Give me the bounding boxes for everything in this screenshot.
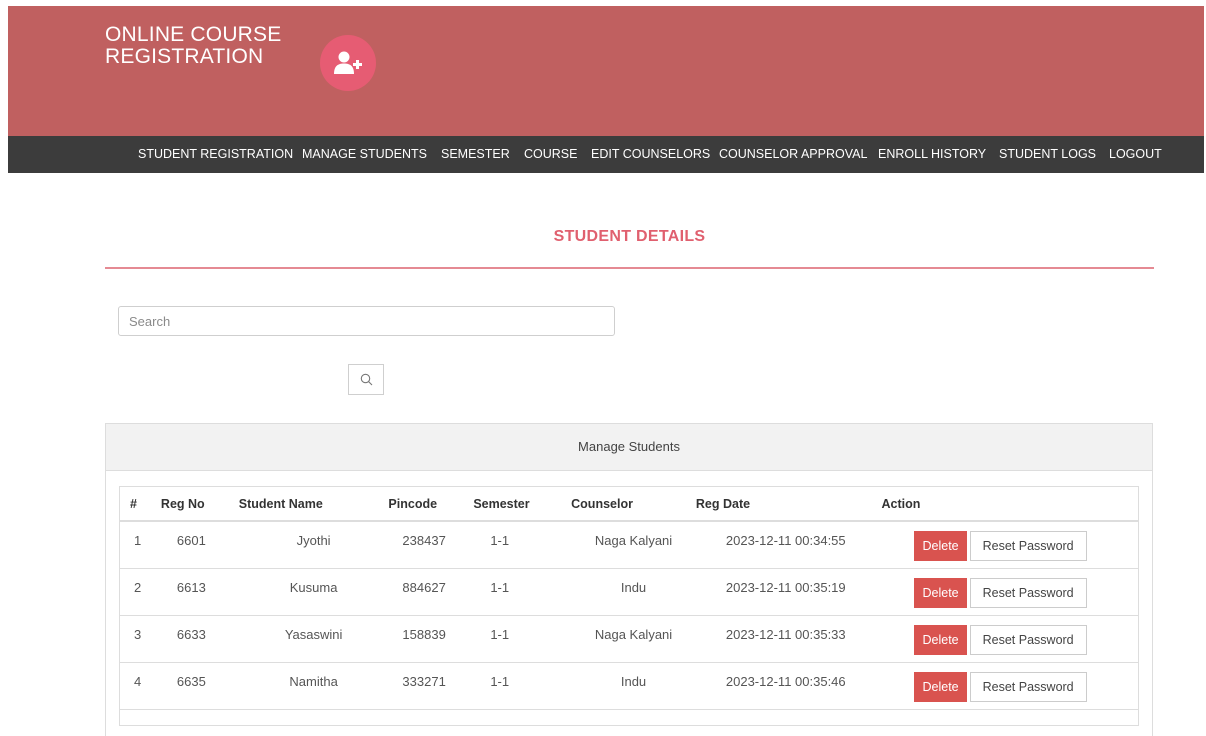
row-student-name: Namitha bbox=[289, 674, 338, 689]
nav-student-registration[interactable]: STUDENT REGISTRATION bbox=[138, 136, 293, 173]
delete-button[interactable]: Delete bbox=[914, 531, 967, 561]
col-reg-no: Reg No bbox=[160, 487, 239, 522]
col-pincode: Pincode bbox=[388, 487, 474, 522]
row-counselor: Naga Kalyani bbox=[594, 627, 673, 642]
site-title-line2: REGISTRATION bbox=[105, 45, 264, 68]
row-semester: 1-1 bbox=[490, 533, 510, 548]
row-student-name: Yasaswini bbox=[284, 627, 343, 642]
panel-heading: Manage Students bbox=[106, 424, 1152, 471]
col-counselor: Counselor bbox=[571, 487, 696, 522]
reset-password-button[interactable]: Reset Password bbox=[969, 672, 1087, 702]
students-table: # Reg No Student Name Pincode Semester C… bbox=[120, 487, 1138, 710]
site-title-line1: ONLINE COURSE bbox=[105, 23, 282, 46]
row-num: 1 bbox=[134, 533, 142, 548]
row-pincode: 238437 bbox=[402, 533, 446, 548]
row-student-name: Kusuma bbox=[289, 580, 338, 595]
nav-student-logs[interactable]: STUDENT LOGS bbox=[999, 136, 1096, 173]
add-user-icon bbox=[320, 35, 376, 91]
students-table-wrap: # Reg No Student Name Pincode Semester C… bbox=[119, 486, 1139, 726]
site-header: ONLINE COURSE REGISTRATION bbox=[8, 6, 1204, 136]
row-semester: 1-1 bbox=[490, 580, 510, 595]
delete-button[interactable]: Delete bbox=[914, 672, 967, 702]
row-counselor: Indu bbox=[620, 674, 647, 689]
delete-button[interactable]: Delete bbox=[914, 578, 967, 608]
reset-password-button[interactable]: Reset Password bbox=[969, 625, 1087, 655]
row-reg-no: 6633 bbox=[176, 627, 206, 642]
table-row: 1 6601 Jyothi 238437 1-1 Naga Kalyani 20… bbox=[120, 521, 1138, 569]
nav-logout[interactable]: LOGOUT bbox=[1109, 136, 1162, 173]
search-icon bbox=[360, 373, 372, 386]
nav-manage-students[interactable]: MANAGE STUDENTS bbox=[302, 136, 427, 173]
row-reg-date: 2023-12-11 00:35:46 bbox=[725, 674, 846, 689]
row-counselor: Naga Kalyani bbox=[594, 533, 673, 548]
main-nav: STUDENT REGISTRATION MANAGE STUDENTS SEM… bbox=[8, 136, 1204, 173]
search-button[interactable] bbox=[348, 364, 384, 395]
reset-password-button[interactable]: Reset Password bbox=[969, 531, 1087, 561]
col-action: Action bbox=[881, 487, 1138, 522]
col-reg-date: Reg Date bbox=[695, 487, 882, 522]
col-semester: Semester bbox=[473, 487, 572, 522]
manage-students-panel: Manage Students # Reg No Student Name Pi… bbox=[105, 423, 1153, 736]
row-reg-date: 2023-12-11 00:35:33 bbox=[725, 627, 846, 642]
table-row: 4 6635 Namitha 333271 1-1 Indu 2023-12-1… bbox=[120, 662, 1138, 710]
nav-course[interactable]: COURSE bbox=[524, 136, 577, 173]
page-title: STUDENT DETAILS bbox=[553, 228, 706, 245]
row-reg-date: 2023-12-11 00:34:55 bbox=[725, 533, 846, 548]
reset-password-button[interactable]: Reset Password bbox=[969, 578, 1087, 608]
table-row: 2 6613 Kusuma 884627 1-1 Indu 2023-12-11… bbox=[120, 568, 1138, 616]
row-reg-no: 6613 bbox=[176, 580, 206, 595]
delete-button[interactable]: Delete bbox=[914, 625, 967, 655]
row-pincode: 158839 bbox=[402, 627, 446, 642]
nav-semester[interactable]: SEMESTER bbox=[441, 136, 510, 173]
col-student-name: Student Name bbox=[238, 487, 389, 522]
nav-edit-counselors[interactable]: EDIT COUNSELORS bbox=[591, 136, 710, 173]
title-divider bbox=[105, 267, 1154, 269]
row-student-name: Jyothi bbox=[296, 533, 331, 548]
row-num: 4 bbox=[134, 674, 142, 689]
table-row: 3 6633 Yasaswini 158839 1-1 Naga Kalyani… bbox=[120, 615, 1138, 663]
row-pincode: 884627 bbox=[402, 580, 446, 595]
row-reg-date: 2023-12-11 00:35:19 bbox=[725, 580, 846, 595]
row-reg-no: 6601 bbox=[176, 533, 206, 548]
table-header-row: # Reg No Student Name Pincode Semester C… bbox=[120, 487, 1138, 522]
search-input[interactable] bbox=[118, 306, 615, 336]
row-num: 3 bbox=[134, 627, 142, 642]
site-title[interactable]: ONLINE COURSE REGISTRATION bbox=[105, 24, 281, 68]
nav-enroll-history[interactable]: ENROLL HISTORY bbox=[878, 136, 986, 173]
row-semester: 1-1 bbox=[490, 674, 510, 689]
row-pincode: 333271 bbox=[402, 674, 446, 689]
row-num: 2 bbox=[134, 580, 142, 595]
col-num: # bbox=[120, 487, 161, 522]
row-counselor: Indu bbox=[620, 580, 647, 595]
row-reg-no: 6635 bbox=[176, 674, 206, 689]
nav-counselor-approval[interactable]: COUNSELOR APPROVAL bbox=[719, 136, 867, 173]
row-semester: 1-1 bbox=[490, 627, 510, 642]
